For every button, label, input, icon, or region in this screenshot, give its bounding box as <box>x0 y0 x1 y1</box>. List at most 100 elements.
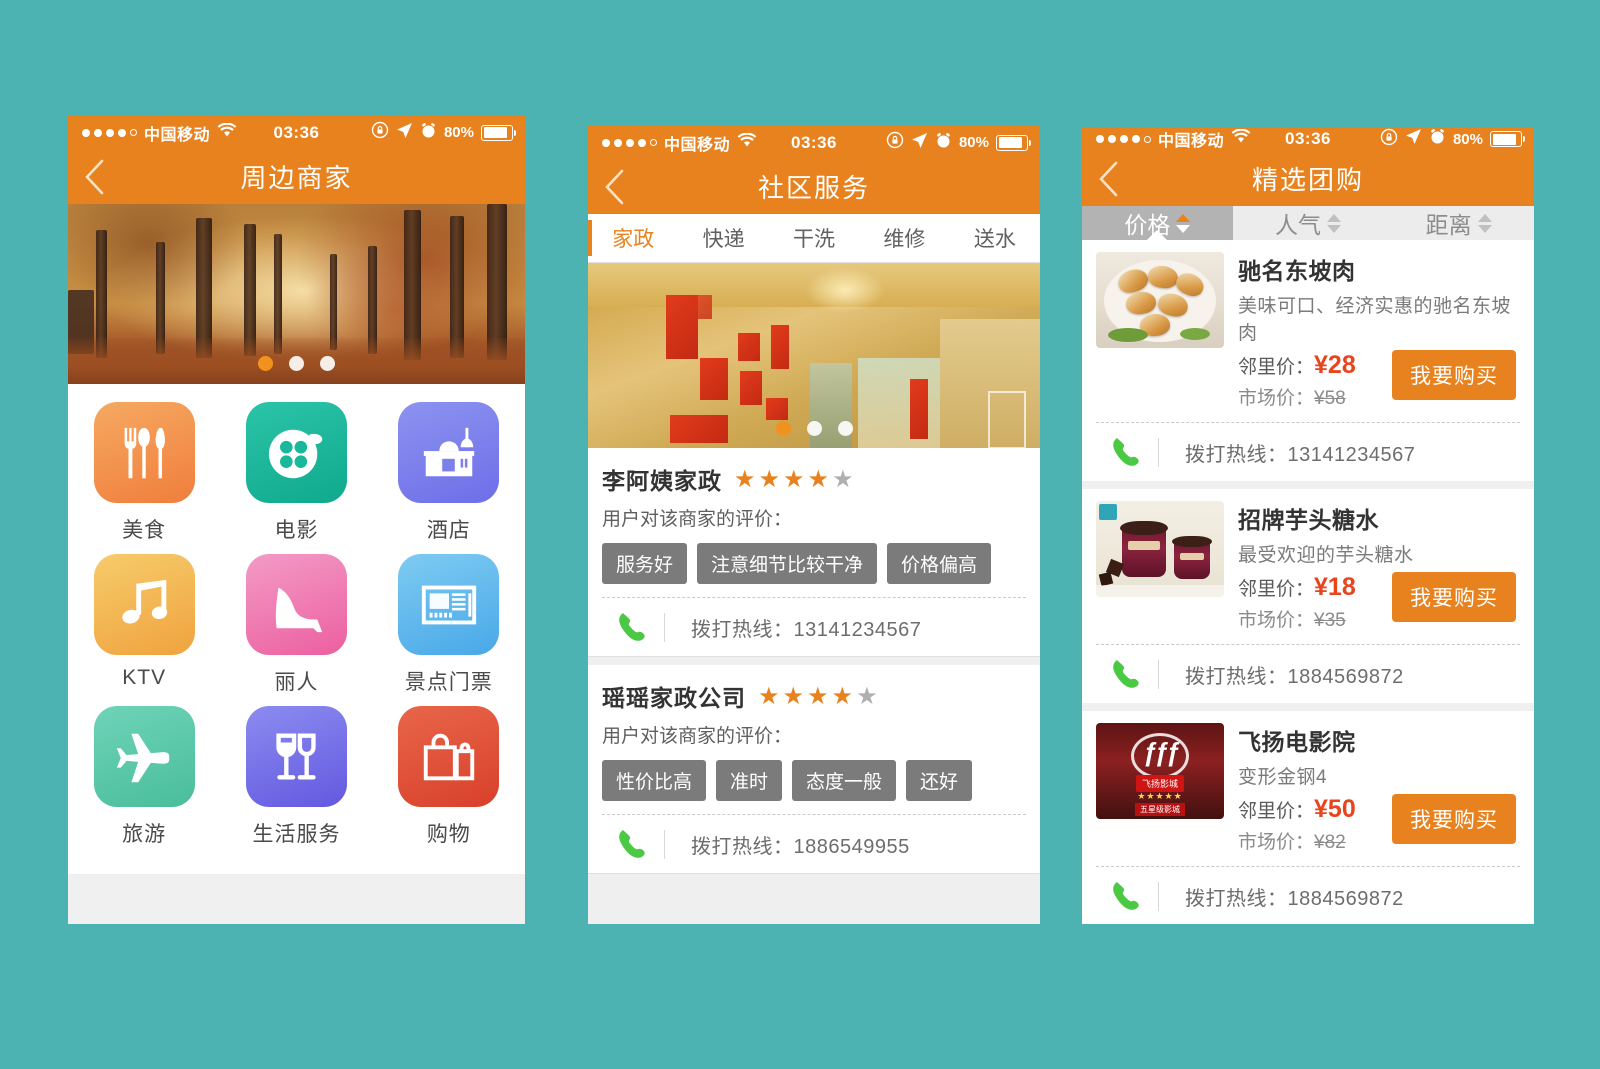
rating-stars: ★★★★★ <box>758 682 881 710</box>
wifi-icon <box>737 132 757 153</box>
phone-icon <box>1096 657 1158 691</box>
grid-row: 旅游 生活服务 购物 <box>68 706 525 848</box>
tab-kuaidi[interactable]: 快递 <box>678 223 768 253</box>
sort-tab-price[interactable]: 价格 <box>1082 206 1233 240</box>
deal-price: ¥28 <box>1314 351 1356 379</box>
nav-bar: 社区服务 <box>588 159 1040 214</box>
screenshot-stage: 中国移动 03:36 80% 周边商家 美食 电影 酒店 KTV 丽人 景点门票… <box>0 0 1600 1069</box>
review-tag[interactable]: 性价比高 <box>602 760 707 801</box>
market-price-label: 市场价： <box>1238 610 1315 631</box>
hero-carousel[interactable] <box>588 263 1040 448</box>
deal-price: ¥18 <box>1314 573 1356 601</box>
status-left: 中国移动 <box>588 131 757 155</box>
phone-number: 1886549955 <box>793 835 910 858</box>
battery-icon <box>1490 131 1525 147</box>
sort-tab-distance[interactable]: 距离 <box>1383 206 1534 240</box>
tab-ganxi[interactable]: 干洗 <box>769 223 859 253</box>
review-tag[interactable]: 准时 <box>716 760 783 801</box>
category-liren[interactable]: 丽人 <box>237 554 355 696</box>
call-hotline-row[interactable]: 拨打热线：13141234567 <box>1096 422 1520 481</box>
battery-percent-label: 80% <box>958 134 989 151</box>
hero-carousel[interactable] <box>68 204 525 384</box>
call-hotline-row[interactable]: 拨打热线：1884569872 <box>1096 644 1520 703</box>
carousel-dot[interactable] <box>837 421 853 436</box>
deal-main: 招牌芋头糖水 最受欢迎的芋头糖水 邻里价：¥18 市场价：¥35 我要购买 <box>1082 489 1534 632</box>
deal-thumbnail-dongpo-pork[interactable] <box>1096 252 1224 348</box>
back-button[interactable] <box>1082 151 1134 206</box>
location-arrow-icon <box>911 132 928 154</box>
phone-icon <box>602 827 664 861</box>
carrier-label: 中国移动 <box>1158 133 1225 150</box>
review-tag[interactable]: 注意细节比较干净 <box>697 543 878 584</box>
deal-market-price: ¥82 <box>1314 832 1346 853</box>
call-hotline-row[interactable]: 拨打热线：13141234567 <box>602 597 1026 656</box>
category-jiudian[interactable]: 酒店 <box>390 402 508 544</box>
category-jingdianmenpiao[interactable]: 景点门票 <box>390 554 508 696</box>
buy-button[interactable]: 我要购买 <box>1392 350 1516 400</box>
tab-weixiu[interactable]: 维修 <box>859 223 949 253</box>
category-shenghuofuwu[interactable]: 生活服务 <box>237 706 355 848</box>
category-meishi[interactable]: 美食 <box>85 402 203 544</box>
cutlery-icon <box>93 402 195 503</box>
phone-number: 13141234567 <box>793 618 922 641</box>
call-hotline-text: 拨打热线：13141234567 <box>1158 437 1415 467</box>
rating-stars: ★★★★★ <box>734 465 857 493</box>
phone-number: 1884569872 <box>1287 887 1404 910</box>
category-ktv[interactable]: KTV <box>85 554 203 696</box>
rotation-lock-icon <box>886 131 904 154</box>
buy-button[interactable]: 我要购买 <box>1392 572 1516 622</box>
carousel-dot[interactable] <box>289 356 304 371</box>
carousel-dots[interactable] <box>588 421 1040 436</box>
sort-tab-popularity[interactable]: 人气 <box>1233 206 1384 240</box>
back-button[interactable] <box>588 159 640 214</box>
airplane-icon <box>93 706 195 807</box>
call-hotline-row[interactable]: 拨打热线：1886549955 <box>602 814 1026 873</box>
category-gouwu[interactable]: 购物 <box>390 706 508 848</box>
deal-market-price: ¥35 <box>1314 610 1346 631</box>
phone-screen-community-service: 中国移动 03:36 80% 社区服务 家政 快递 干洗 维修 送水 李阿姨家政… <box>588 126 1040 924</box>
high-heel-icon <box>245 554 347 655</box>
carousel-dot-active[interactable] <box>775 421 791 436</box>
category-dianying[interactable]: 电影 <box>237 402 355 544</box>
category-label: 电影 <box>274 519 319 542</box>
status-bar: 中国移动 03:36 80% <box>68 116 525 149</box>
category-lvyou[interactable]: 旅游 <box>85 706 203 848</box>
buy-button[interactable]: 我要购买 <box>1392 794 1516 844</box>
shopping-bag-icon <box>398 706 500 807</box>
carousel-dots[interactable] <box>68 356 525 371</box>
review-tag[interactable]: 还好 <box>906 760 973 801</box>
deal-thumbnail-haagen-dazs[interactable] <box>1096 501 1224 597</box>
call-label: 拨打热线： <box>691 835 794 858</box>
tab-jiazheng[interactable]: 家政 <box>588 223 678 253</box>
location-arrow-icon <box>396 122 413 144</box>
deal-title: 招牌芋头糖水 <box>1238 507 1379 533</box>
battery-percent-label: 80% <box>443 124 474 141</box>
call-hotline-row[interactable]: 拨打热线：1884569872 <box>1096 866 1520 924</box>
call-hotline-text: 拨打热线：1886549955 <box>664 829 910 859</box>
deal-description: 美味可口、经济实惠的驰名东坡肉 <box>1238 296 1512 344</box>
carousel-dot-active[interactable] <box>258 356 273 371</box>
film-reel-icon <box>245 402 347 503</box>
review-tag[interactable]: 态度一般 <box>792 760 897 801</box>
nav-bar: 周边商家 <box>68 149 525 204</box>
sort-arrows-icon <box>1327 213 1341 233</box>
carousel-dot[interactable] <box>806 421 822 436</box>
merchant-card: 李阿姨家政 ★★★★★ 用户对该商家的评价： 服务好 注意细节比较干净 价格偏高… <box>588 448 1040 657</box>
deal-title: 驰名东坡肉 <box>1238 258 1356 284</box>
market-price-label: 市场价： <box>1238 388 1315 409</box>
merchant-header: 李阿姨家政 ★★★★★ <box>588 462 1040 496</box>
review-tag[interactable]: 服务好 <box>602 543 688 584</box>
location-arrow-icon <box>1405 128 1422 150</box>
back-button[interactable] <box>68 149 120 204</box>
deal-thumbnail-feiyang-cinema[interactable]: ƒƒƒ 飞扬影城 ★★★★★ 五星级影城 <box>1096 723 1224 819</box>
review-label: 用户对该商家的评价： <box>602 726 793 747</box>
review-tag[interactable]: 价格偏高 <box>887 543 992 584</box>
deal-price: ¥50 <box>1314 795 1356 823</box>
rotation-lock-icon <box>371 121 389 144</box>
call-hotline-text: 拨打热线：1884569872 <box>1158 659 1404 689</box>
tab-songshui[interactable]: 送水 <box>950 223 1040 253</box>
carousel-dot[interactable] <box>320 356 335 371</box>
neighbor-price-label: 邻里价： <box>1238 579 1315 600</box>
call-hotline-text: 拨打热线：1884569872 <box>1158 881 1404 911</box>
phone-icon <box>1096 435 1158 469</box>
